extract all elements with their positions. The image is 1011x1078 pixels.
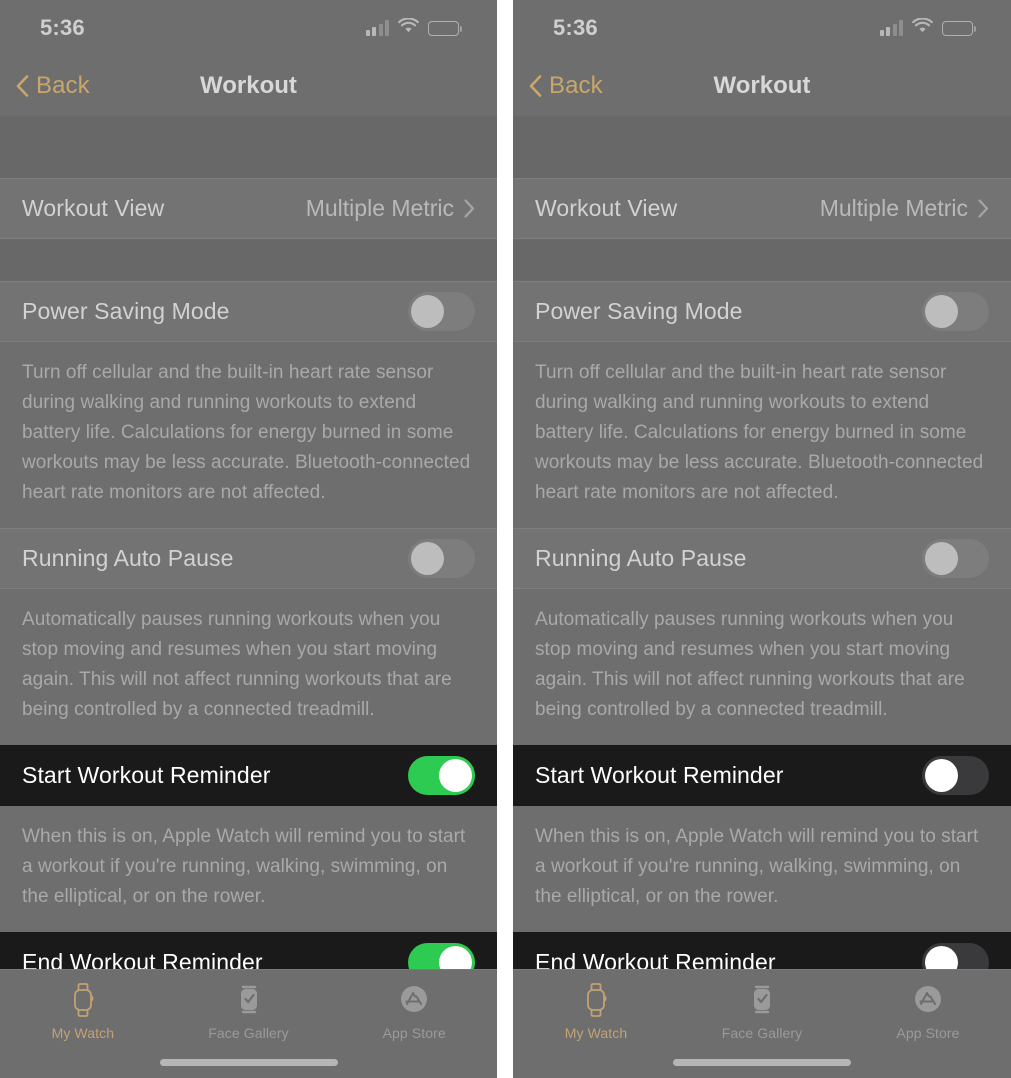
cellular-signal-icon	[879, 20, 903, 36]
watch-face-icon	[749, 980, 775, 1020]
row-label: Running Auto Pause	[535, 545, 747, 571]
home-indicator[interactable]	[673, 1059, 851, 1066]
running-auto-pause-toggle[interactable]	[922, 539, 989, 578]
chevron-right-icon	[464, 199, 475, 218]
power-saving-mode-toggle[interactable]	[922, 292, 989, 331]
app-store-icon	[398, 980, 430, 1020]
row-label: Start Workout Reminder	[22, 762, 271, 788]
chevron-left-icon	[529, 75, 542, 97]
chevron-left-icon	[16, 75, 29, 97]
row-label: Running Auto Pause	[22, 545, 234, 571]
back-button[interactable]: Back	[0, 72, 90, 100]
app-store-icon	[912, 980, 944, 1020]
wifi-icon	[398, 16, 419, 39]
battery-icon	[428, 20, 462, 36]
row-label: Start Workout Reminder	[535, 762, 784, 788]
tab-my-watch[interactable]: My Watch	[0, 980, 166, 1041]
phone-screen-left: 5:36 Back Workout Workout View Multiple …	[0, 0, 497, 1078]
status-bar-clock: 5:36	[40, 15, 85, 40]
row-label: Workout View	[22, 195, 165, 221]
list-top-spacer	[513, 116, 1011, 178]
row-value: Multiple Metric	[819, 195, 968, 221]
tab-label: Face Gallery	[721, 1025, 803, 1041]
section-gap	[513, 239, 1011, 281]
row-accessory: Multiple Metric	[306, 195, 475, 222]
settings-row-power-saving-mode[interactable]: Power Saving Mode	[513, 281, 1011, 342]
back-button-label: Back	[36, 72, 90, 99]
tab-label: My Watch	[51, 1025, 115, 1041]
running-auto-pause-description: Automatically pauses running workouts wh…	[513, 589, 1011, 745]
row-accessory: Multiple Metric	[820, 195, 989, 222]
settings-row-running-auto-pause[interactable]: Running Auto Pause	[513, 528, 1011, 589]
running-auto-pause-description: Automatically pauses running workouts wh…	[0, 589, 497, 745]
status-bar: 5:36	[513, 0, 1011, 56]
apple-watch-icon	[583, 980, 609, 1020]
navigation-bar: Back Workout	[513, 56, 1011, 116]
status-bar: 5:36	[0, 0, 497, 56]
navigation-bar: Back Workout	[0, 56, 497, 116]
section-gap	[0, 239, 497, 281]
row-label: Power Saving Mode	[535, 298, 743, 324]
chevron-right-icon	[978, 199, 989, 218]
tab-label: App Store	[896, 1025, 960, 1041]
start-workout-reminder-toggle[interactable]	[922, 756, 989, 795]
phone-screen-right: 5:36 Back Workout Workout View Multiple …	[513, 0, 1011, 1078]
dual-screenshot-comparison: 5:36 Back Workout Workout View Multiple …	[0, 0, 1011, 1078]
home-indicator[interactable]	[159, 1059, 338, 1066]
settings-row-start-workout-reminder[interactable]: Start Workout Reminder	[513, 745, 1011, 806]
running-auto-pause-toggle[interactable]	[408, 539, 475, 578]
settings-list: Workout View Multiple Metric Power Savin…	[0, 116, 497, 1013]
tab-face-gallery[interactable]: Face Gallery	[166, 980, 332, 1041]
power-saving-mode-description: Turn off cellular and the built-in heart…	[0, 342, 497, 528]
battery-icon	[942, 20, 976, 36]
tab-label: My Watch	[564, 1025, 628, 1041]
row-value: Multiple Metric	[305, 195, 454, 221]
status-bar-icons	[879, 16, 976, 39]
cellular-signal-icon	[365, 20, 389, 36]
tab-label: Face Gallery	[208, 1025, 289, 1041]
settings-row-start-workout-reminder[interactable]: Start Workout Reminder	[0, 745, 497, 806]
settings-row-power-saving-mode[interactable]: Power Saving Mode	[0, 281, 497, 342]
back-button-label: Back	[549, 72, 603, 99]
tab-bar: My Watch Face Gallery App Store	[513, 969, 1011, 1078]
wifi-icon	[912, 16, 933, 39]
tab-app-store[interactable]: App Store	[331, 980, 497, 1041]
tab-face-gallery[interactable]: Face Gallery	[679, 980, 845, 1041]
start-workout-reminder-description: When this is on, Apple Watch will remind…	[513, 806, 1011, 932]
start-workout-reminder-toggle[interactable]	[408, 756, 475, 795]
settings-row-workout-view[interactable]: Workout View Multiple Metric	[0, 178, 497, 239]
settings-list: Workout View Multiple Metric Power Savin…	[513, 116, 1011, 1013]
settings-row-workout-view[interactable]: Workout View Multiple Metric	[513, 178, 1011, 239]
back-button[interactable]: Back	[513, 72, 603, 100]
status-bar-clock: 5:36	[553, 15, 598, 40]
row-label: Workout View	[535, 195, 678, 221]
list-top-spacer	[0, 116, 497, 178]
power-saving-mode-toggle[interactable]	[408, 292, 475, 331]
tab-my-watch[interactable]: My Watch	[513, 980, 679, 1041]
tab-label: App Store	[382, 1025, 446, 1041]
tab-bar: My Watch Face Gallery App Store	[0, 969, 497, 1078]
apple-watch-icon	[70, 980, 96, 1020]
tab-app-store[interactable]: App Store	[845, 980, 1011, 1041]
row-label: Power Saving Mode	[22, 298, 230, 324]
status-bar-icons	[365, 16, 462, 39]
settings-row-running-auto-pause[interactable]: Running Auto Pause	[0, 528, 497, 589]
watch-face-icon	[236, 980, 262, 1020]
start-workout-reminder-description: When this is on, Apple Watch will remind…	[0, 806, 497, 932]
power-saving-mode-description: Turn off cellular and the built-in heart…	[513, 342, 1011, 528]
